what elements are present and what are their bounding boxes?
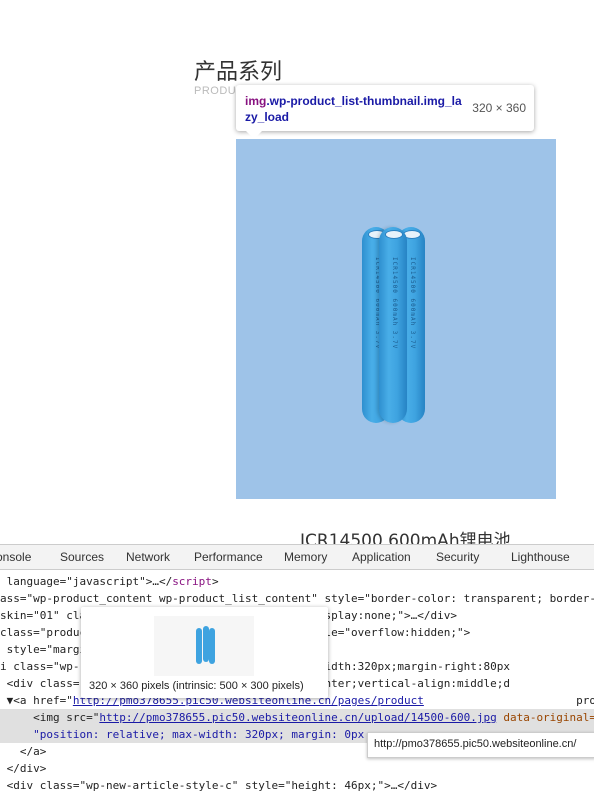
dom-line[interactable]: style="margi — [0, 641, 86, 658]
dom-line[interactable]: </div> — [0, 760, 47, 777]
inspector-classes: .wp-product_list-thumbnail.img_lazy_load — [245, 94, 462, 124]
url-tooltip-text: http://pmo378655.pic50.websiteonline.cn/ — [374, 738, 577, 750]
web-page: 产品系列 PRODU ICR14500 600mAh 3.7V ICR14500… — [0, 0, 594, 551]
tab-application[interactable]: Application — [352, 550, 411, 564]
tab-performance[interactable]: Performance — [194, 550, 263, 564]
inspector-element-tooltip: img.wp-product_list-thumbnail.img_lazy_l… — [236, 85, 534, 139]
url-tooltip: http://pmo378655.pic50.websiteonline.cn/ — [367, 732, 594, 758]
preview-thumbnail — [154, 616, 254, 676]
tab-memory[interactable]: Memory — [284, 550, 327, 564]
preview-caption: 320 × 360 pixels (intrinsic: 500 × 300 p… — [89, 680, 304, 692]
dom-line[interactable]: language="javascript">…</script> — [0, 573, 219, 590]
tab-sources[interactable]: Sources — [60, 550, 104, 564]
tab-console[interactable]: onsole — [0, 550, 31, 564]
dom-line[interactable]: ass="wp-product_content wp-product_list_… — [0, 590, 594, 607]
inspector-tag-name: img — [245, 94, 267, 108]
section-subtitle: PRODU — [194, 85, 237, 97]
tab-network[interactable]: Network — [126, 550, 170, 564]
image-preview-popup: 320 × 360 pixels (intrinsic: 500 × 300 p… — [81, 607, 328, 698]
battery-front: ICR14500 600mAh 3.7V — [379, 227, 407, 423]
devtools-tabbar: onsole Sources Network Performance Memor… — [0, 545, 594, 570]
inspector-size: 320 × 360 — [472, 101, 526, 115]
dom-line-selected-img[interactable]: <img src="http://pmo378655.pic50.website… — [0, 709, 594, 726]
tab-security[interactable]: Security — [436, 550, 479, 564]
tab-lighthouse[interactable]: Lighthouse — [511, 550, 570, 564]
dom-line[interactable]: <div class="wp-new-article-style-c" styl… — [0, 777, 437, 794]
product-thumbnail-image[interactable]: ICR14500 600mAh 3.7V ICR14500 600mAh 3.7… — [236, 139, 556, 499]
img-src-link[interactable]: http://pmo378655.pic50.websiteonline.cn/… — [99, 711, 496, 724]
dom-line[interactable]: </a> — [0, 743, 47, 760]
section-title: 产品系列 — [194, 60, 283, 85]
